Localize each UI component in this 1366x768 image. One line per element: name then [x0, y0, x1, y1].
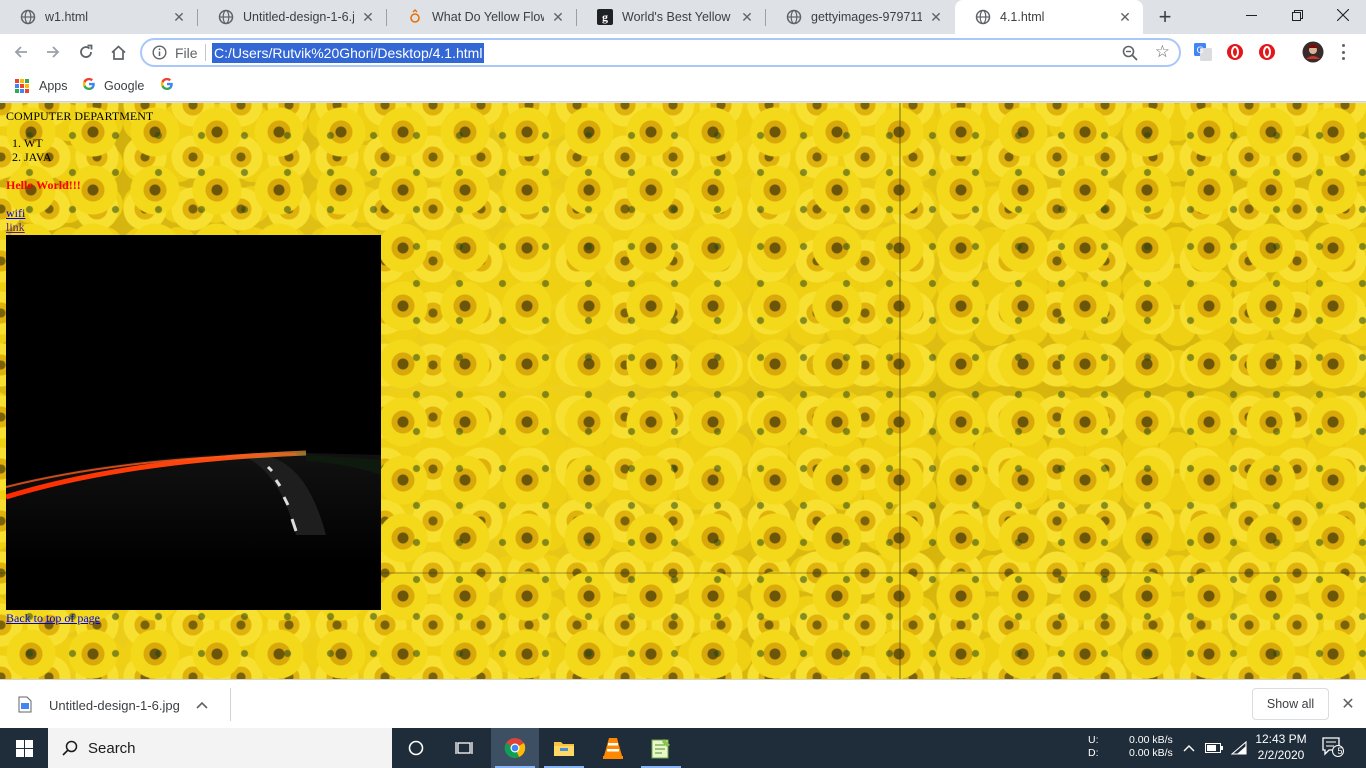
hello-text: Hello World!!!	[6, 178, 81, 192]
clock-date: 2/2/2020	[1257, 748, 1305, 762]
opera-extension-icon[interactable]	[1257, 42, 1277, 62]
tab-title: World's Best Yellow Stoc	[622, 10, 733, 24]
back-arrow-icon[interactable]	[7, 38, 35, 66]
system-clock[interactable]: 12:43 PM 2/2/2020	[1252, 731, 1310, 763]
clock-time: 12:43 PM	[1255, 732, 1307, 746]
notification-count: 5	[1337, 746, 1343, 756]
windows-start-icon[interactable]	[0, 728, 48, 768]
wifi-icon[interactable]	[1229, 738, 1249, 758]
restore-icon[interactable]	[1274, 0, 1320, 30]
close-icon[interactable]: ✕	[171, 9, 187, 25]
list-item: JAVA	[24, 150, 52, 164]
zoom-icon[interactable]	[1121, 44, 1139, 62]
globe-icon	[20, 9, 36, 25]
globe-icon	[975, 9, 991, 25]
globe-icon	[786, 9, 802, 25]
wifi-link[interactable]: wifi	[6, 206, 25, 221]
close-icon[interactable]: ✕	[739, 9, 755, 25]
address-divider	[205, 44, 206, 61]
tab-w1[interactable]: w1.html ✕	[0, 0, 197, 34]
bookmark-google-2[interactable]	[160, 76, 182, 96]
action-center-icon[interactable]: 5	[1322, 737, 1346, 759]
link-link[interactable]: link	[6, 220, 25, 235]
close-icon[interactable]: ✕	[360, 9, 376, 25]
cortana-icon[interactable]	[392, 728, 440, 768]
bookmarks-bar: Apps Google	[0, 70, 1366, 102]
taskbar-search-box[interactable]: Search	[48, 728, 392, 768]
chevron-up-icon[interactable]	[196, 701, 208, 709]
profile-avatar-icon[interactable]	[1301, 40, 1325, 64]
bookmark-google[interactable]: Google	[82, 76, 144, 96]
search-label: Search	[88, 739, 136, 757]
browser-toolbar: File C:/Users/Rutvik%20Ghori/Desktop/4.1…	[0, 34, 1366, 70]
close-icon[interactable]: ✕	[550, 9, 566, 25]
bookmark-label: Apps	[39, 79, 68, 93]
bookmark-label: Google	[104, 79, 145, 93]
page-heading: COMPUTER DEPARTMENT	[6, 109, 154, 123]
tab-title: What Do Yellow Flowers	[432, 10, 544, 24]
reload-icon[interactable]	[72, 38, 100, 66]
forward-arrow-icon[interactable]	[39, 38, 67, 66]
info-icon[interactable]	[152, 45, 167, 60]
page-viewport: COMPUTER DEPARTMENT WT JAVA Hello World!…	[0, 103, 1366, 679]
url-text[interactable]: C:/Users/Rutvik%20Ghori/Desktop/4.1.html	[212, 43, 485, 63]
google-icon	[82, 77, 96, 95]
new-tab-button[interactable]: +	[1152, 4, 1178, 29]
window-close-icon[interactable]	[1320, 0, 1366, 30]
translate-icon[interactable]: G	[1193, 42, 1213, 62]
minimize-icon[interactable]	[1228, 0, 1274, 30]
file-explorer-icon[interactable]	[540, 728, 588, 768]
apps-grid-icon	[15, 79, 29, 93]
net-down-label: D:	[1088, 747, 1099, 759]
background-tile-seam	[899, 103, 901, 679]
tab-strip: w1.html ✕ Untitled-design-1-6.jpg ✕ What…	[0, 0, 1366, 34]
back-to-top-link[interactable]: Back to top of page	[6, 611, 100, 626]
image-file-icon	[18, 696, 34, 714]
google-icon	[160, 77, 174, 95]
svg-text:G: G	[1197, 46, 1204, 56]
download-file-name: Untitled-design-1-6.jpg	[49, 697, 180, 713]
home-icon[interactable]	[104, 38, 132, 66]
tab-title: w1.html	[45, 10, 89, 24]
battery-icon[interactable]	[1204, 738, 1224, 758]
vlc-icon[interactable]	[589, 728, 637, 768]
shelf-divider	[230, 688, 231, 721]
opera-adblock-icon[interactable]	[1225, 42, 1245, 62]
tab-4-1-html[interactable]: 4.1.html ✕	[955, 0, 1143, 34]
road-night-image	[6, 235, 381, 610]
tab-yellow-flowers[interactable]: What Do Yellow Flowers ✕	[387, 0, 576, 34]
close-icon[interactable]: ✕	[1117, 9, 1133, 25]
tab-gettyimages[interactable]: gettyimages-97971174 ✕	[766, 0, 954, 34]
task-view-icon[interactable]	[440, 728, 488, 768]
globe-icon	[218, 9, 234, 25]
download-shelf: Untitled-design-1-6.jpg Show all ✕	[0, 679, 1366, 728]
ordered-list: WT JAVA	[24, 136, 52, 164]
search-icon	[62, 740, 78, 756]
close-icon[interactable]: ✕	[1339, 695, 1357, 713]
menu-dots-icon[interactable]	[1337, 42, 1349, 62]
gettyimages-icon: g	[597, 9, 613, 25]
close-icon[interactable]: ✕	[928, 9, 944, 25]
download-item[interactable]: Untitled-design-1-6.jpg	[18, 692, 208, 718]
list-item: WT	[24, 136, 52, 150]
tab-title: gettyimages-97971174	[811, 10, 922, 24]
tab-title: Untitled-design-1-6.jpg	[243, 10, 354, 24]
address-bar[interactable]: File C:/Users/Rutvik%20Ghori/Desktop/4.1…	[140, 38, 1181, 67]
notepad-plus-plus-icon[interactable]	[637, 728, 685, 768]
chrome-taskbar-icon[interactable]	[491, 728, 539, 768]
star-icon[interactable]: ☆	[1155, 42, 1170, 62]
tab-worlds-best-yellow[interactable]: g World's Best Yellow Stoc ✕	[577, 0, 765, 34]
scheme-label: File	[175, 45, 198, 61]
chevron-up-icon[interactable]	[1180, 738, 1198, 758]
tab-untitled-design[interactable]: Untitled-design-1-6.jpg ✕	[198, 0, 386, 34]
flower-icon	[407, 9, 423, 25]
net-up-label: U:	[1088, 734, 1099, 746]
tab-title: 4.1.html	[1000, 10, 1045, 24]
show-all-button[interactable]: Show all	[1252, 688, 1329, 720]
bookmark-apps[interactable]: Apps	[15, 76, 68, 96]
windows-taskbar: Search U: 0.00 kB/s D: 0.00 kB/s 12:43 P…	[0, 728, 1366, 768]
